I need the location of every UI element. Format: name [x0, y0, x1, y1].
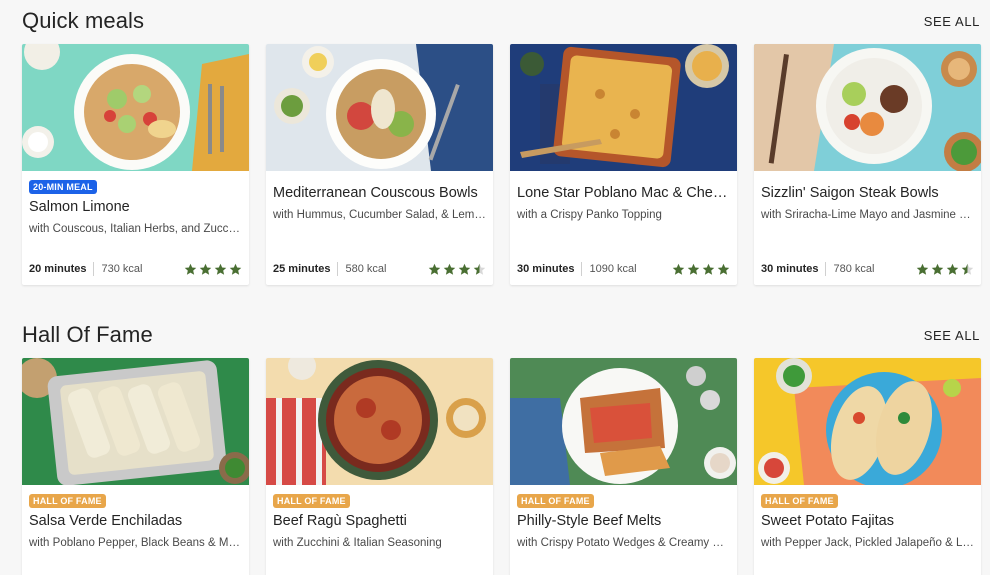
recipe-image: [510, 44, 737, 171]
star-icon: [428, 263, 441, 275]
section-title: Quick meals: [22, 8, 145, 33]
card-body: Lone Star Poblano Mac & Cheese with a Cr…: [510, 171, 737, 221]
recipe-image: [266, 44, 493, 171]
recipe-subtitle: with Pepper Jack, Pickled Jalapeño & Lim…: [761, 537, 974, 549]
card-body: HALL OF FAME Salsa Verde Enchiladas with…: [22, 485, 249, 549]
recipe-title: Lone Star Poblano Mac & Cheese: [517, 185, 730, 201]
divider: [93, 262, 95, 276]
star-icon: [931, 263, 944, 275]
recipe-title: Salmon Limone: [29, 199, 130, 215]
card-body: Sizzlin' Saigon Steak Bowls with Srirach…: [754, 171, 981, 221]
calories: 730 kcal: [101, 263, 143, 275]
cook-time: 30 minutes: [517, 263, 575, 275]
recipe-title: Philly-Style Beef Melts: [517, 513, 662, 529]
calories: 780 kcal: [833, 263, 875, 275]
recipe-subtitle: with Couscous, Italian Herbs, and Zucchi…: [29, 223, 242, 235]
recipe-card[interactable]: Mediterranean Couscous Bowls with Hummus…: [266, 44, 493, 285]
star-icon: [473, 263, 486, 275]
star-icon: [214, 263, 227, 275]
recipe-image: [510, 358, 737, 485]
badge-hall-of-fame: HALL OF FAME: [761, 494, 838, 508]
badge-hall-of-fame: HALL OF FAME: [273, 494, 350, 508]
rating-stars: [672, 263, 730, 276]
recipe-meta: 25 minutes 580 kcal: [273, 262, 486, 276]
star-icon: [946, 263, 959, 275]
card-body: HALL OF FAME Sweet Potato Fajitas with P…: [754, 485, 981, 549]
recipe-subtitle: with Sriracha-Lime Mayo and Jasmine Rice: [761, 209, 974, 221]
recipe-subtitle: with Zucchini & Italian Seasoning: [273, 537, 442, 549]
recipe-image: [754, 44, 981, 171]
divider: [581, 262, 583, 276]
recipe-image: [754, 358, 981, 485]
star-icon: [702, 263, 715, 275]
recipe-title: Sweet Potato Fajitas: [761, 513, 894, 529]
recipe-image: [22, 358, 249, 485]
star-icon: [961, 263, 974, 275]
section-title: Hall Of Fame: [22, 322, 153, 347]
section-header-hall-of-fame: Hall Of Fame SEE ALL: [22, 322, 980, 348]
badge-20-min-meal: 20-MIN MEAL: [29, 180, 97, 194]
calories: 1090 kcal: [589, 263, 637, 275]
cook-time: 20 minutes: [29, 263, 87, 275]
card-body: 20-MIN MEAL Salmon Limone with Couscous,…: [22, 171, 249, 235]
divider: [337, 262, 339, 276]
section-header-quick-meals: Quick meals SEE ALL: [22, 8, 980, 34]
rating-stars: [184, 263, 242, 276]
recipe-card[interactable]: HALL OF FAME Sweet Potato Fajitas with P…: [754, 358, 981, 575]
star-icon: [717, 263, 730, 275]
star-icon: [443, 263, 456, 275]
card-body: Mediterranean Couscous Bowls with Hummus…: [266, 171, 493, 221]
card-body: HALL OF FAME Philly-Style Beef Melts wit…: [510, 485, 737, 549]
badge-hall-of-fame: HALL OF FAME: [517, 494, 594, 508]
recipe-subtitle: with Poblano Pepper, Black Beans & Monte…: [29, 537, 242, 549]
star-icon: [687, 263, 700, 275]
cook-time: 30 minutes: [761, 263, 819, 275]
cook-time: 25 minutes: [273, 263, 331, 275]
recipe-card[interactable]: 20-MIN MEAL Salmon Limone with Couscous,…: [22, 44, 249, 285]
star-icon: [184, 263, 197, 275]
star-icon: [229, 263, 242, 275]
rating-stars: [428, 263, 486, 276]
recipe-card[interactable]: Sizzlin' Saigon Steak Bowls with Srirach…: [754, 44, 981, 285]
star-icon: [458, 263, 471, 275]
recipe-image: [266, 358, 493, 485]
see-all-link[interactable]: SEE ALL: [924, 14, 980, 29]
recipe-title: Sizzlin' Saigon Steak Bowls: [761, 185, 939, 201]
divider: [825, 262, 827, 276]
card-body: HALL OF FAME Beef Ragù Spaghetti with Zu…: [266, 485, 493, 549]
recipe-meta: 30 minutes 780 kcal: [761, 262, 974, 276]
recipe-subtitle: with a Crispy Panko Topping: [517, 209, 662, 221]
recipe-subtitle: with Crispy Potato Wedges & Creamy Mushr…: [517, 537, 730, 549]
calories: 580 kcal: [345, 263, 387, 275]
badge-hall-of-fame: HALL OF FAME: [29, 494, 106, 508]
recipe-card[interactable]: HALL OF FAME Philly-Style Beef Melts wit…: [510, 358, 737, 575]
recipe-card[interactable]: HALL OF FAME Beef Ragù Spaghetti with Zu…: [266, 358, 493, 575]
recipe-title: Salsa Verde Enchiladas: [29, 513, 183, 529]
recipe-image: [22, 44, 249, 171]
recipe-card[interactable]: Lone Star Poblano Mac & Cheese with a Cr…: [510, 44, 737, 285]
star-icon: [199, 263, 212, 275]
rating-stars: [916, 263, 974, 276]
recipe-card[interactable]: HALL OF FAME Salsa Verde Enchiladas with…: [22, 358, 249, 575]
star-icon: [916, 263, 929, 275]
recipe-meta: 30 minutes 1090 kcal: [517, 262, 730, 276]
recipe-title: Mediterranean Couscous Bowls: [273, 185, 478, 201]
recipe-row-quick-meals: 20-MIN MEAL Salmon Limone with Couscous,…: [22, 44, 981, 285]
recipe-subtitle: with Hummus, Cucumber Salad, & Lemon Yog…: [273, 209, 486, 221]
recipe-meta: 20 minutes 730 kcal: [29, 262, 242, 276]
star-icon: [672, 263, 685, 275]
recipe-row-hall-of-fame: HALL OF FAME Salsa Verde Enchiladas with…: [22, 358, 981, 575]
recipe-title: Beef Ragù Spaghetti: [273, 513, 407, 529]
see-all-link[interactable]: SEE ALL: [924, 328, 980, 343]
